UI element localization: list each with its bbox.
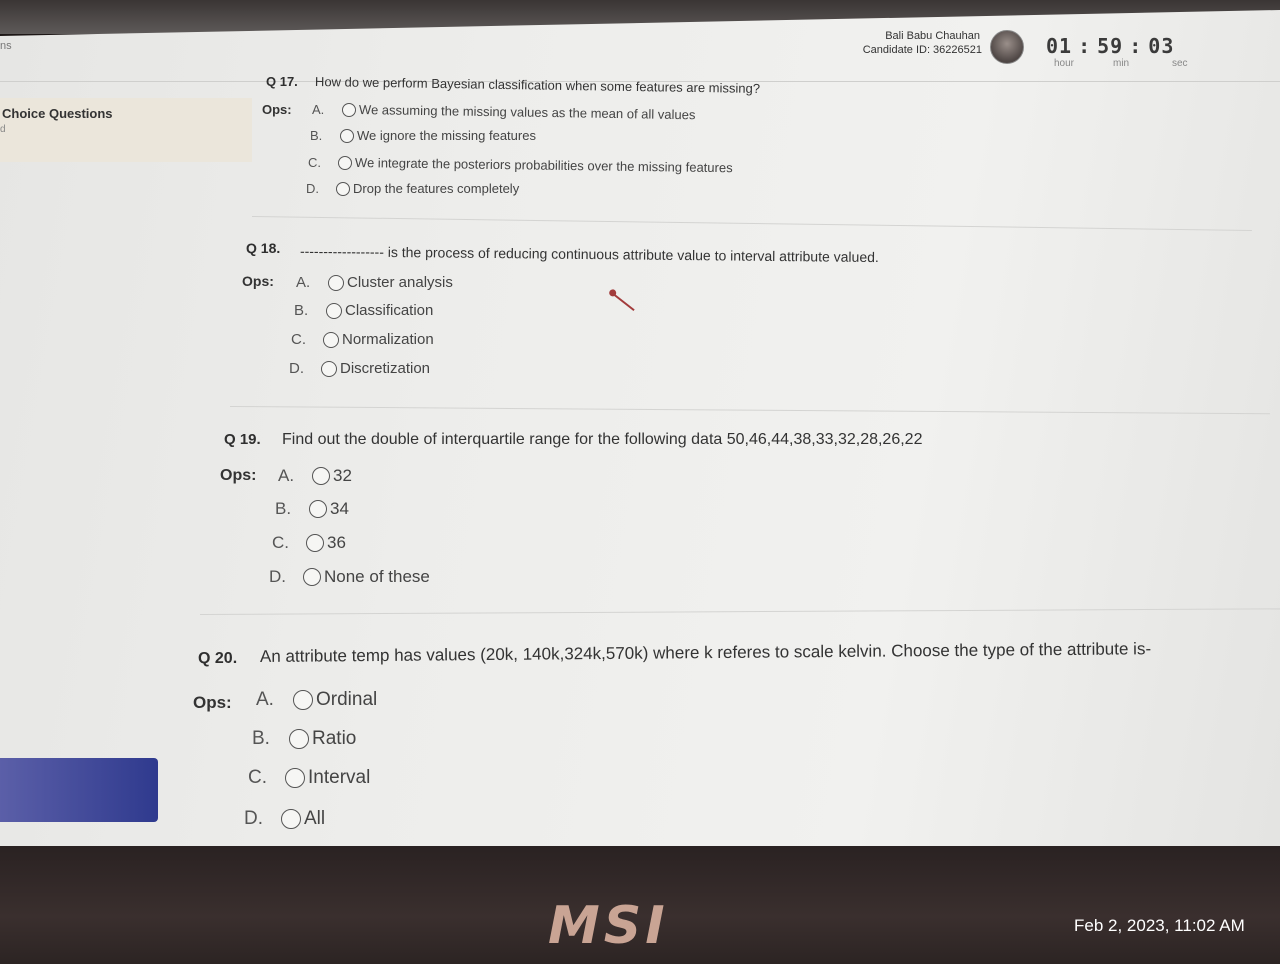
option-text: We ignore the missing features <box>357 128 536 143</box>
option-text: None of these <box>324 567 430 586</box>
mouse-pointer-icon <box>611 292 635 312</box>
option-letter: B. <box>294 302 309 319</box>
option-letter: C. <box>291 331 306 348</box>
option-text: Ratio <box>312 728 357 749</box>
sidebar-section-title[interactable]: Choice Questions <box>2 106 113 121</box>
option-a[interactable]: A. 32 <box>278 466 352 486</box>
timer-hour-label: hour <box>1054 58 1075 69</box>
option-d[interactable]: D. All <box>244 808 325 830</box>
option-text: Discretization <box>340 360 431 377</box>
question-number: Q 17. <box>266 74 298 89</box>
question-divider <box>199 608 1280 615</box>
question-divider <box>229 406 1270 415</box>
option-text: Normalization <box>342 331 434 348</box>
option-d[interactable]: D. Discretization <box>289 360 430 377</box>
option-c[interactable]: C. Interval <box>248 767 370 789</box>
option-text: All <box>304 808 326 829</box>
question-text: Find out the double of interquartile ran… <box>282 431 923 448</box>
question-number: Q 20. <box>198 650 238 667</box>
option-text: Classification <box>345 302 434 319</box>
option-letter: C. <box>248 767 267 788</box>
laptop-brand-logo: MSI <box>548 896 669 956</box>
option-letter: A. <box>312 102 325 117</box>
option-b[interactable]: B. We ignore the missing features <box>310 128 536 143</box>
ops-label: Ops: <box>193 693 232 712</box>
radio-button[interactable] <box>293 690 313 710</box>
timer-separator: : <box>1129 34 1143 58</box>
option-letter: D. <box>269 567 286 586</box>
ops-label: Ops: <box>242 273 274 289</box>
option-d[interactable]: D. None of these <box>269 567 430 587</box>
option-letter: D. <box>306 181 319 196</box>
option-letter: A. <box>256 689 274 710</box>
candidate-id: Candidate ID: 36226521 <box>862 44 982 56</box>
option-letter: C. <box>272 533 289 552</box>
option-b[interactable]: B. Classification <box>294 302 433 319</box>
photo-timestamp: Feb 2, 2023, 11:02 AM <box>1074 916 1245 935</box>
radio-button[interactable] <box>328 274 344 291</box>
countdown-timer: 01:59:03 <box>1046 34 1174 58</box>
timer-hour: 01 <box>1046 34 1073 58</box>
question-number: Q 18. <box>246 240 281 256</box>
radio-button[interactable] <box>340 128 354 143</box>
ops-label: Ops: <box>262 102 292 117</box>
option-text: Ordinal <box>316 689 378 710</box>
option-b[interactable]: B. Ratio <box>252 728 356 750</box>
option-text: We integrate the posteriors probabilitie… <box>354 155 733 176</box>
radio-button[interactable] <box>338 155 352 170</box>
option-letter: B. <box>275 499 292 518</box>
radio-button[interactable] <box>342 102 356 117</box>
ops-label: Ops: <box>220 467 257 484</box>
sidebar-section-sub: d <box>0 124 6 135</box>
avatar <box>990 30 1024 64</box>
radio-button[interactable] <box>306 534 324 552</box>
sidebar-action-button[interactable] <box>0 758 158 822</box>
option-letter: B. <box>252 728 270 749</box>
option-text: Cluster analysis <box>347 274 453 291</box>
option-text: 36 <box>327 533 346 552</box>
radio-button[interactable] <box>309 500 327 518</box>
option-text: 34 <box>330 499 349 518</box>
option-text: We assuming the missing values as the me… <box>358 102 696 123</box>
option-letter: A. <box>278 466 295 485</box>
option-text: Drop the features completely <box>353 181 520 196</box>
question-text: ------------------ is the process of red… <box>299 243 879 266</box>
radio-button[interactable] <box>336 181 350 196</box>
option-a[interactable]: A. Ordinal <box>256 689 377 711</box>
option-letter: D. <box>289 360 304 377</box>
radio-button[interactable] <box>321 360 337 377</box>
option-letter: C. <box>308 155 321 170</box>
option-a[interactable]: A. Cluster analysis <box>296 274 453 291</box>
radio-button[interactable] <box>326 302 342 319</box>
option-text: 32 <box>333 466 352 485</box>
radio-button[interactable] <box>281 809 301 829</box>
timer-min: 59 <box>1097 34 1124 58</box>
option-text: Interval <box>308 767 371 788</box>
option-letter: A. <box>296 274 311 291</box>
option-letter: B. <box>310 128 323 143</box>
option-a[interactable]: A. We assuming the missing values as the… <box>312 102 696 122</box>
option-d[interactable]: D. Drop the features completely <box>306 181 519 196</box>
radio-button[interactable] <box>285 768 305 788</box>
option-c[interactable]: C. Normalization <box>291 331 434 348</box>
timer-separator: : <box>1078 34 1092 58</box>
option-c[interactable]: C. We integrate the posteriors probabili… <box>308 155 733 175</box>
exam-screen: ns Bali Babu Chauhan Candidate ID: 36226… <box>0 10 1280 846</box>
question-number: Q 19. <box>224 431 261 448</box>
option-c[interactable]: C. 36 <box>272 533 346 553</box>
option-letter: D. <box>244 808 263 829</box>
timer-sec-label: sec <box>1172 58 1188 69</box>
candidate-name: Bali Babu Chauhan <box>885 30 980 42</box>
radio-button[interactable] <box>312 467 330 485</box>
radio-button[interactable] <box>289 729 309 749</box>
timer-min-label: min <box>1113 58 1130 69</box>
radio-button[interactable] <box>323 331 339 348</box>
question-divider <box>251 216 1252 231</box>
option-b[interactable]: B. 34 <box>275 499 349 519</box>
nav-stub[interactable]: ns <box>0 40 12 52</box>
radio-button[interactable] <box>303 568 321 586</box>
question-text: An attribute temp has values (20k, 140k,… <box>259 639 1152 666</box>
timer-sec: 03 <box>1148 34 1175 58</box>
